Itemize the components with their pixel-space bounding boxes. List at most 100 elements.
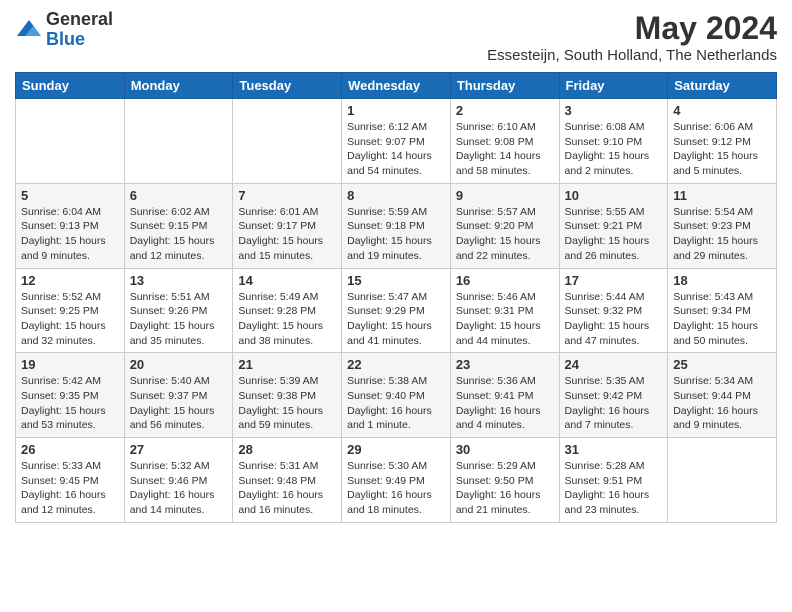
- day-info: Sunrise: 5:40 AM Sunset: 9:37 PM Dayligh…: [130, 374, 228, 433]
- logo-blue: Blue: [46, 29, 85, 49]
- calendar-day-10: 10 Sunrise: 5:55 AM Sunset: 9:21 PM Dayli…: [559, 183, 668, 268]
- day-info: Sunrise: 5:49 AM Sunset: 9:28 PM Dayligh…: [238, 290, 336, 349]
- calendar-day-18: 18 Sunrise: 5:43 AM Sunset: 9:34 PM Dayli…: [668, 268, 777, 353]
- day-header-wednesday: Wednesday: [342, 73, 451, 99]
- day-info: Sunrise: 5:43 AM Sunset: 9:34 PM Dayligh…: [673, 290, 771, 349]
- calendar-week-row: 12Sunrise: 5:52 AM Sunset: 9:25 PM Dayli…: [16, 268, 777, 353]
- day-number: 10: [565, 188, 663, 203]
- day-info: Sunrise: 5:55 AM Sunset: 9:21 PM Dayligh…: [565, 205, 663, 264]
- day-info: Sunrise: 5:47 AM Sunset: 9:29 PM Dayligh…: [347, 290, 445, 349]
- day-number: 26: [21, 442, 119, 457]
- day-number: 4: [673, 103, 771, 118]
- day-number: 12: [21, 273, 119, 288]
- day-info: Sunrise: 6:08 AM Sunset: 9:10 PM Dayligh…: [565, 120, 663, 179]
- day-info: Sunrise: 5:46 AM Sunset: 9:31 PM Dayligh…: [456, 290, 554, 349]
- day-info: Sunrise: 5:57 AM Sunset: 9:20 PM Dayligh…: [456, 205, 554, 264]
- day-info: Sunrise: 6:01 AM Sunset: 9:17 PM Dayligh…: [238, 205, 336, 264]
- calendar-day-20: 20 Sunrise: 5:40 AM Sunset: 9:37 PM Dayli…: [124, 353, 233, 438]
- location: Essesteijn, South Holland, The Netherlan…: [487, 47, 777, 64]
- day-info: Sunrise: 5:38 AM Sunset: 9:40 PM Dayligh…: [347, 374, 445, 433]
- day-header-thursday: Thursday: [450, 73, 559, 99]
- day-info: Sunrise: 6:10 AM Sunset: 9:08 PM Dayligh…: [456, 120, 554, 179]
- calendar-day-16: 16Sunrise: 5:46 AM Sunset: 9:31 PM Dayli…: [450, 268, 559, 353]
- day-number: 18: [673, 273, 771, 288]
- calendar-day-28: 28 Sunrise: 5:31 AM Sunset: 9:48 PM Dayli…: [233, 438, 342, 523]
- calendar-day-22: 22 Sunrise: 5:38 AM Sunset: 9:40 PM Dayli…: [342, 353, 451, 438]
- calendar-table: SundayMondayTuesdayWednesdayThursdayFrid…: [15, 72, 777, 523]
- day-info: Sunrise: 5:39 AM Sunset: 9:38 PM Dayligh…: [238, 374, 336, 433]
- day-number: 11: [673, 188, 771, 203]
- day-number: 15: [347, 273, 445, 288]
- day-number: 25: [673, 357, 771, 372]
- calendar-day-15: 15 Sunrise: 5:47 AM Sunset: 9:29 PM Dayli…: [342, 268, 451, 353]
- day-number: 14: [238, 273, 336, 288]
- day-number: 13: [130, 273, 228, 288]
- day-info: Sunrise: 5:34 AM Sunset: 9:44 PM Dayligh…: [673, 374, 771, 433]
- calendar-day-23: 23Sunrise: 5:36 AM Sunset: 9:41 PM Dayli…: [450, 353, 559, 438]
- calendar-day-27: 27 Sunrise: 5:32 AM Sunset: 9:46 PM Dayli…: [124, 438, 233, 523]
- day-number: 19: [21, 357, 119, 372]
- day-number: 9: [456, 188, 554, 203]
- calendar-day-24: 24Sunrise: 5:35 AM Sunset: 9:42 PM Dayli…: [559, 353, 668, 438]
- calendar-day-11: 11 Sunrise: 5:54 AM Sunset: 9:23 PM Dayli…: [668, 183, 777, 268]
- day-number: 22: [347, 357, 445, 372]
- day-header-monday: Monday: [124, 73, 233, 99]
- day-number: 7: [238, 188, 336, 203]
- logo: General Blue: [15, 10, 113, 50]
- empty-cell: [16, 99, 125, 184]
- day-info: Sunrise: 5:35 AM Sunset: 9:42 PM Dayligh…: [565, 374, 663, 433]
- day-info: Sunrise: 6:04 AM Sunset: 9:13 PM Dayligh…: [21, 205, 119, 264]
- day-number: 8: [347, 188, 445, 203]
- calendar-day-17: 17 Sunrise: 5:44 AM Sunset: 9:32 PM Dayli…: [559, 268, 668, 353]
- day-info: Sunrise: 5:32 AM Sunset: 9:46 PM Dayligh…: [130, 459, 228, 518]
- calendar-day-29: 29Sunrise: 5:30 AM Sunset: 9:49 PM Dayli…: [342, 438, 451, 523]
- day-info: Sunrise: 5:28 AM Sunset: 9:51 PM Dayligh…: [565, 459, 663, 518]
- calendar-day-12: 12Sunrise: 5:52 AM Sunset: 9:25 PM Dayli…: [16, 268, 125, 353]
- day-info: Sunrise: 5:31 AM Sunset: 9:48 PM Dayligh…: [238, 459, 336, 518]
- day-info: Sunrise: 5:33 AM Sunset: 9:45 PM Dayligh…: [21, 459, 119, 518]
- day-header-saturday: Saturday: [668, 73, 777, 99]
- calendar-day-31: 31Sunrise: 5:28 AM Sunset: 9:51 PM Dayli…: [559, 438, 668, 523]
- day-info: Sunrise: 5:54 AM Sunset: 9:23 PM Dayligh…: [673, 205, 771, 264]
- day-info: Sunrise: 5:30 AM Sunset: 9:49 PM Dayligh…: [347, 459, 445, 518]
- calendar-day-26: 26 Sunrise: 5:33 AM Sunset: 9:45 PM Dayli…: [16, 438, 125, 523]
- day-number: 20: [130, 357, 228, 372]
- day-number: 1: [347, 103, 445, 118]
- logo-icon: [15, 16, 43, 44]
- calendar-day-30: 30 Sunrise: 5:29 AM Sunset: 9:50 PM Dayli…: [450, 438, 559, 523]
- title-block: May 2024 Essesteijn, South Holland, The …: [487, 10, 777, 64]
- day-number: 27: [130, 442, 228, 457]
- calendar-day-25: 25 Sunrise: 5:34 AM Sunset: 9:44 PM Dayli…: [668, 353, 777, 438]
- calendar-week-row: 26 Sunrise: 5:33 AM Sunset: 9:45 PM Dayli…: [16, 438, 777, 523]
- empty-cell: [233, 99, 342, 184]
- day-number: 2: [456, 103, 554, 118]
- page-header: General Blue May 2024 Essesteijn, South …: [15, 10, 777, 64]
- calendar-header-row: SundayMondayTuesdayWednesdayThursdayFrid…: [16, 73, 777, 99]
- day-info: Sunrise: 5:44 AM Sunset: 9:32 PM Dayligh…: [565, 290, 663, 349]
- calendar-day-9: 9 Sunrise: 5:57 AM Sunset: 9:20 PM Daylig…: [450, 183, 559, 268]
- calendar-day-1: 1 Sunrise: 6:12 AM Sunset: 9:07 PM Daylig…: [342, 99, 451, 184]
- calendar-day-3: 3Sunrise: 6:08 AM Sunset: 9:10 PM Daylig…: [559, 99, 668, 184]
- calendar-day-7: 7 Sunrise: 6:01 AM Sunset: 9:17 PM Daylig…: [233, 183, 342, 268]
- day-number: 23: [456, 357, 554, 372]
- empty-cell: [124, 99, 233, 184]
- day-info: Sunrise: 6:06 AM Sunset: 9:12 PM Dayligh…: [673, 120, 771, 179]
- day-number: 17: [565, 273, 663, 288]
- day-number: 21: [238, 357, 336, 372]
- day-header-friday: Friday: [559, 73, 668, 99]
- calendar-day-8: 8 Sunrise: 5:59 AM Sunset: 9:18 PM Daylig…: [342, 183, 451, 268]
- day-number: 6: [130, 188, 228, 203]
- day-info: Sunrise: 5:42 AM Sunset: 9:35 PM Dayligh…: [21, 374, 119, 433]
- day-number: 5: [21, 188, 119, 203]
- calendar-day-6: 6 Sunrise: 6:02 AM Sunset: 9:15 PM Daylig…: [124, 183, 233, 268]
- calendar-day-4: 4 Sunrise: 6:06 AM Sunset: 9:12 PM Daylig…: [668, 99, 777, 184]
- day-header-sunday: Sunday: [16, 73, 125, 99]
- calendar-day-13: 13Sunrise: 5:51 AM Sunset: 9:26 PM Dayli…: [124, 268, 233, 353]
- day-number: 30: [456, 442, 554, 457]
- calendar-day-21: 21 Sunrise: 5:39 AM Sunset: 9:38 PM Dayli…: [233, 353, 342, 438]
- day-info: Sunrise: 5:59 AM Sunset: 9:18 PM Dayligh…: [347, 205, 445, 264]
- day-info: Sunrise: 6:12 AM Sunset: 9:07 PM Dayligh…: [347, 120, 445, 179]
- day-number: 28: [238, 442, 336, 457]
- day-info: Sunrise: 6:02 AM Sunset: 9:15 PM Dayligh…: [130, 205, 228, 264]
- day-info: Sunrise: 5:29 AM Sunset: 9:50 PM Dayligh…: [456, 459, 554, 518]
